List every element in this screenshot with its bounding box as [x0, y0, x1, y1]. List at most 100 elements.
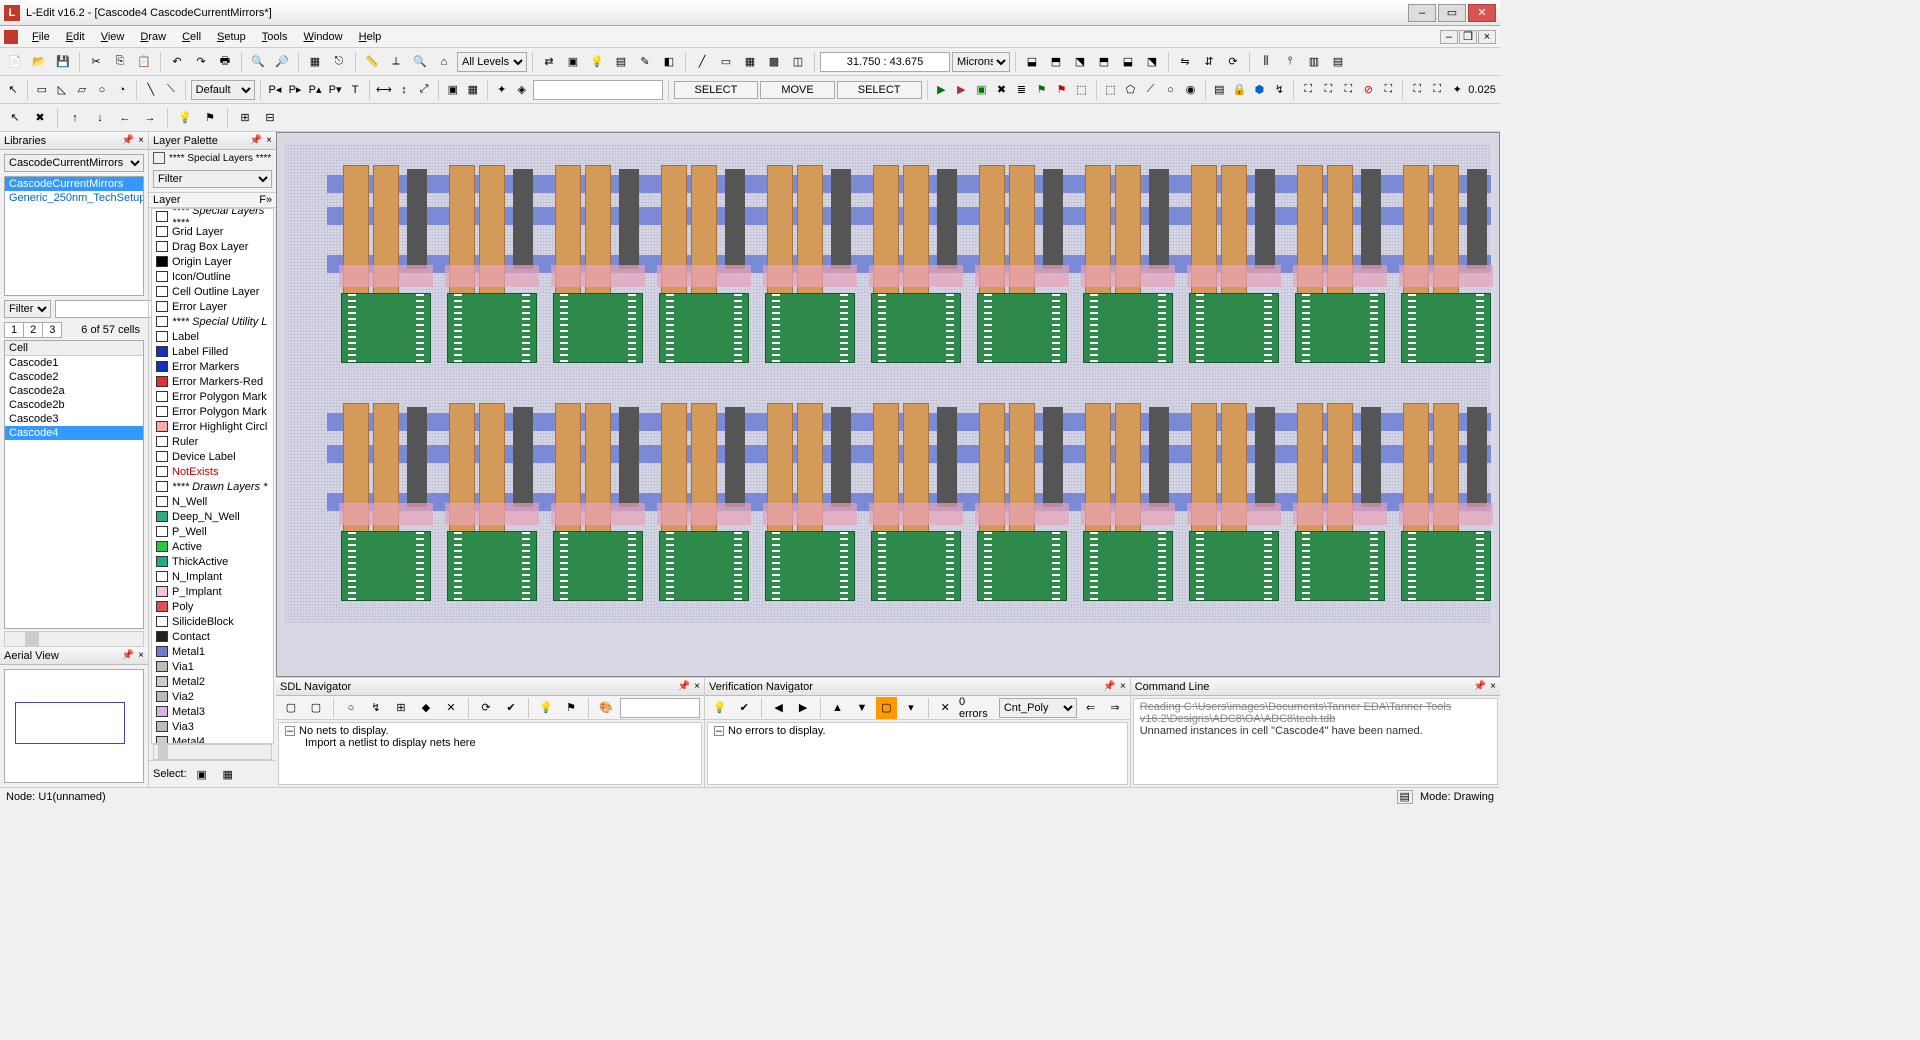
sel-vertex-icon[interactable]: ⛶	[1428, 79, 1446, 101]
ver-up-icon[interactable]: ▲	[827, 697, 848, 719]
undo-icon[interactable]: ↶	[166, 51, 188, 73]
measure-icon[interactable]: ⟂	[385, 51, 407, 73]
layer-swatch[interactable]	[156, 496, 168, 507]
pie-tool-icon[interactable]: ◔	[113, 79, 131, 101]
flip-h-icon[interactable]: ⇋	[1174, 51, 1196, 73]
layer-swatch[interactable]	[156, 286, 168, 297]
layer-row[interactable]: **** Special Layers ****	[152, 209, 273, 224]
ruler-v-icon[interactable]: ↕	[395, 79, 413, 101]
tile-v-icon[interactable]: ▤	[1327, 51, 1349, 73]
layer-row[interactable]: **** Drawn Layers *	[152, 479, 273, 494]
layer-row[interactable]: Via3	[152, 719, 273, 734]
ver-check-icon[interactable]: ✔	[733, 697, 754, 719]
ver-x-icon[interactable]: ✕	[935, 697, 956, 719]
drc-run-icon[interactable]: ▶	[932, 79, 950, 101]
layout-cell-instance[interactable]	[655, 165, 753, 365]
ruler-45-icon[interactable]: ⤢	[415, 79, 433, 101]
layer-swatch[interactable]	[156, 526, 168, 537]
layer-row[interactable]: Error Polygon Mark	[152, 389, 273, 404]
lvs-icon[interactable]: ≣	[1012, 79, 1030, 101]
highlight-icon[interactable]: ✎	[634, 51, 656, 73]
pin-icon[interactable]: 📌	[1103, 681, 1115, 692]
special-layers-row[interactable]: **** Special Layers ****	[149, 150, 276, 166]
snap-grid-icon[interactable]: ◈	[513, 79, 531, 101]
snap-icon[interactable]: ✦	[493, 79, 511, 101]
command-line-body[interactable]: Reading C:\Users\images\Documents\Tanner…	[1133, 698, 1498, 785]
goto-icon[interactable]: ⎋	[328, 51, 350, 73]
layout-cell-instance[interactable]	[761, 165, 859, 365]
library-item[interactable]: Generic_250nm_TechSetup	[5, 191, 143, 205]
menu-help[interactable]: Help	[351, 29, 390, 45]
node-hier-icon[interactable]: ⊟	[259, 107, 281, 129]
instance-icon[interactable]: ▣	[444, 79, 462, 101]
sdl-cross-icon[interactable]: ✕	[440, 697, 462, 719]
close-button[interactable]: ✕	[1468, 4, 1496, 22]
menu-window[interactable]: Window	[295, 29, 350, 45]
zoom-icon[interactable]: 🔍	[409, 51, 431, 73]
wire-style-select[interactable]: Default	[191, 80, 256, 100]
layer-row[interactable]: Icon/Outline	[152, 269, 273, 284]
align-center-icon[interactable]: ⬒	[1045, 51, 1067, 73]
poly45-tool-icon[interactable]: ◺	[53, 79, 71, 101]
cell-item[interactable]: Cascode2b	[5, 398, 143, 412]
cell-list-scrollbar[interactable]	[4, 631, 144, 647]
sdl-route-icon[interactable]: ↯	[365, 697, 387, 719]
pin-icon[interactable]: 📌	[122, 135, 134, 146]
layer-list[interactable]: **** Special Layers ****Grid LayerDrag B…	[151, 208, 274, 744]
align-bottom-icon[interactable]: ⬔	[1141, 51, 1163, 73]
select-layer-icon[interactable]: ▣	[191, 763, 213, 785]
sdl-color-icon[interactable]: 🎨	[595, 697, 617, 719]
layer-row[interactable]: **** Special Utility L	[152, 314, 273, 329]
sel-box-icon[interactable]: ⬚	[1101, 79, 1119, 101]
layer-swatch[interactable]	[156, 271, 168, 282]
layer-swatch[interactable]	[156, 211, 168, 222]
layout-cell-instance[interactable]	[1397, 165, 1495, 365]
port-u-icon[interactable]: P▴	[306, 79, 324, 101]
layer-row[interactable]: Metal2	[152, 674, 273, 689]
sdl-bulb-icon[interactable]: 💡	[535, 697, 557, 719]
node-pick-icon[interactable]: ↖	[4, 107, 26, 129]
port-r-icon[interactable]: P▸	[286, 79, 304, 101]
layer-swatch[interactable]	[156, 421, 168, 432]
cut-icon[interactable]: ✂	[85, 51, 107, 73]
layer-row[interactable]: Metal1	[152, 644, 273, 659]
layer-row[interactable]: Cell Outline Layer	[152, 284, 273, 299]
aerial-view[interactable]	[4, 669, 144, 783]
cell-item[interactable]: Cascode4	[5, 426, 143, 440]
drc-region-icon[interactable]: ▣	[972, 79, 990, 101]
mdi-restore-button[interactable]: ❐	[1459, 30, 1477, 44]
units-select[interactable]: Microns	[952, 52, 1010, 72]
node-tree-icon[interactable]: ⊞	[234, 107, 256, 129]
layout-cell-instance[interactable]	[867, 403, 965, 603]
ver-drop-icon[interactable]: ▾	[900, 697, 921, 719]
node-clear-icon[interactable]: ✖	[29, 107, 51, 129]
sel-port-icon[interactable]: ◉	[1182, 79, 1200, 101]
layer-scrollbar[interactable]	[153, 744, 272, 760]
ruler-h-icon[interactable]: ⟷	[375, 79, 393, 101]
layer-row[interactable]: Contact	[152, 629, 273, 644]
copy-icon[interactable]: ⎘	[109, 51, 131, 73]
menu-edit[interactable]: Edit	[58, 29, 93, 45]
layout-cell-instance[interactable]	[973, 403, 1071, 603]
layer-row[interactable]: Device Label	[152, 449, 273, 464]
layer-swatch[interactable]	[156, 436, 168, 447]
layer-swatch[interactable]	[156, 541, 168, 552]
db-icon[interactable]: ▣	[562, 51, 584, 73]
circle-tool-icon[interactable]: ○	[93, 79, 111, 101]
rect-draw-icon[interactable]: ▭	[715, 51, 737, 73]
layout-cell-instance[interactable]	[1185, 165, 1283, 365]
layer-swatch[interactable]	[156, 511, 168, 522]
coordinates-input[interactable]	[820, 52, 950, 72]
align-top-icon[interactable]: ⬒	[1093, 51, 1115, 73]
node-prev-icon[interactable]: ←	[114, 107, 136, 129]
sel-enclose-icon[interactable]: ⛶	[1339, 79, 1357, 101]
layer-swatch[interactable]	[156, 406, 168, 417]
layer-row[interactable]: Deep_N_Well	[152, 509, 273, 524]
layer-swatch[interactable]	[156, 601, 168, 612]
home-icon[interactable]: ⌂	[433, 51, 455, 73]
layer-swatch[interactable]	[156, 466, 168, 477]
layer-swatch[interactable]	[156, 631, 168, 642]
layout-cell-instance[interactable]	[1291, 403, 1389, 603]
close-panel-icon[interactable]: ×	[1490, 681, 1496, 692]
layer-swatch[interactable]	[156, 316, 168, 327]
